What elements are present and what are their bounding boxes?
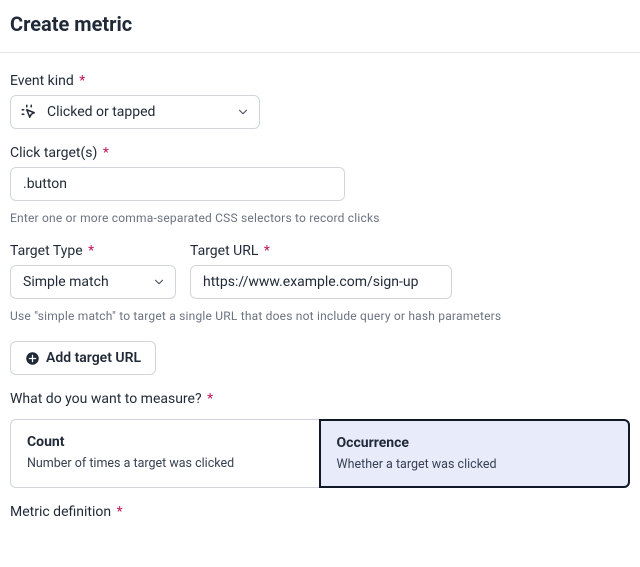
- target-helper: Use "simple match" to target a single UR…: [10, 307, 630, 325]
- click-targets-input[interactable]: [10, 167, 345, 201]
- measure-label: What do you want to measure?: [10, 391, 202, 407]
- add-target-url-label: Add target URL: [46, 350, 141, 366]
- measure-option-desc: Whether a target was clicked: [337, 457, 613, 472]
- required-indicator: *: [103, 145, 109, 161]
- event-kind-label: Event kind: [10, 73, 74, 89]
- measure-option-title: Occurrence: [337, 435, 613, 451]
- page-title: Create metric: [0, 0, 640, 52]
- add-target-url-row: Add target URL: [10, 341, 630, 375]
- target-type-label: Target Type: [10, 243, 83, 259]
- add-target-url-button[interactable]: Add target URL: [10, 341, 156, 375]
- measure-option-count[interactable]: Count Number of times a target was click…: [10, 419, 319, 488]
- required-indicator: *: [117, 504, 123, 520]
- required-indicator: *: [264, 243, 270, 259]
- metric-definition-field: Metric definition *: [10, 504, 630, 526]
- click-targets-helper: Enter one or more comma-separated CSS se…: [10, 209, 630, 227]
- metric-definition-label: Metric definition: [10, 504, 111, 520]
- required-indicator: *: [79, 73, 85, 89]
- measure-option-desc: Number of times a target was clicked: [27, 456, 303, 471]
- required-indicator: *: [207, 391, 213, 407]
- event-kind-field: Event kind * Clicked or tapped: [10, 73, 630, 129]
- target-url-label: Target URL: [190, 243, 258, 259]
- plus-circle-icon: [25, 351, 40, 366]
- measure-option-title: Count: [27, 434, 303, 450]
- target-url-field: Target URL *: [190, 243, 452, 299]
- target-url-input[interactable]: [190, 265, 452, 299]
- target-type-field: Target Type * Simple match: [10, 243, 176, 299]
- target-type-select[interactable]: Simple match: [10, 265, 176, 299]
- event-kind-select[interactable]: Clicked or tapped: [10, 95, 260, 129]
- click-targets-field: Click target(s) * Enter one or more comm…: [10, 145, 630, 227]
- required-indicator: *: [88, 243, 94, 259]
- target-row: Target Type * Simple match Target URL * …: [10, 243, 630, 325]
- measure-option-occurrence[interactable]: Occurrence Whether a target was clicked: [319, 419, 631, 488]
- click-targets-label: Click target(s): [10, 145, 97, 161]
- measure-field: What do you want to measure? * Count Num…: [10, 391, 630, 488]
